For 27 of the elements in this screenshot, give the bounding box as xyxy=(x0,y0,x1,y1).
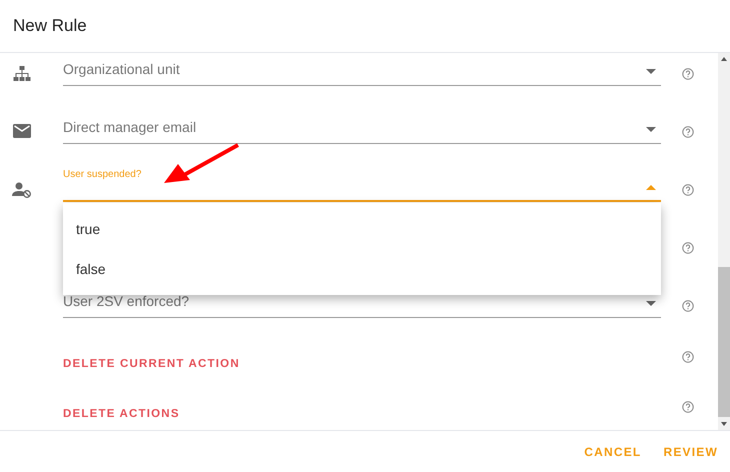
select-field[interactable]: Direct manager email xyxy=(63,111,661,144)
dialog-title: New Rule xyxy=(13,15,87,38)
help-icon[interactable] xyxy=(682,242,694,254)
scrollbar-thumb[interactable] xyxy=(718,267,730,417)
caret-down-icon xyxy=(646,301,656,306)
field-label: User suspended? xyxy=(63,168,142,182)
help-icon[interactable] xyxy=(682,351,694,363)
select-field[interactable]: Organizational unit xyxy=(63,53,661,86)
scrollbar[interactable] xyxy=(718,53,730,430)
user-blocked-icon xyxy=(12,182,32,198)
scroll-up-icon[interactable] xyxy=(721,57,727,61)
menu-item[interactable]: true xyxy=(63,209,661,249)
mail-icon xyxy=(12,124,30,138)
caret-down-icon xyxy=(646,127,656,132)
scroll-down-icon[interactable] xyxy=(721,422,727,426)
footer-button[interactable]: REVIEW xyxy=(663,442,718,460)
hierarchy-icon xyxy=(12,66,30,82)
help-icon[interactable] xyxy=(682,300,694,312)
caret-up-icon xyxy=(646,185,656,190)
help-icon[interactable] xyxy=(682,184,694,196)
caret-down-icon xyxy=(646,69,656,74)
footer-button[interactable]: CANCEL xyxy=(584,442,642,460)
help-icon[interactable] xyxy=(682,68,694,80)
help-icon[interactable] xyxy=(682,126,694,138)
delete-button[interactable]: DELETE CURRENT ACTION xyxy=(63,356,240,374)
help-icon[interactable] xyxy=(682,401,694,413)
delete-button[interactable]: DELETE ACTIONS xyxy=(63,406,180,424)
